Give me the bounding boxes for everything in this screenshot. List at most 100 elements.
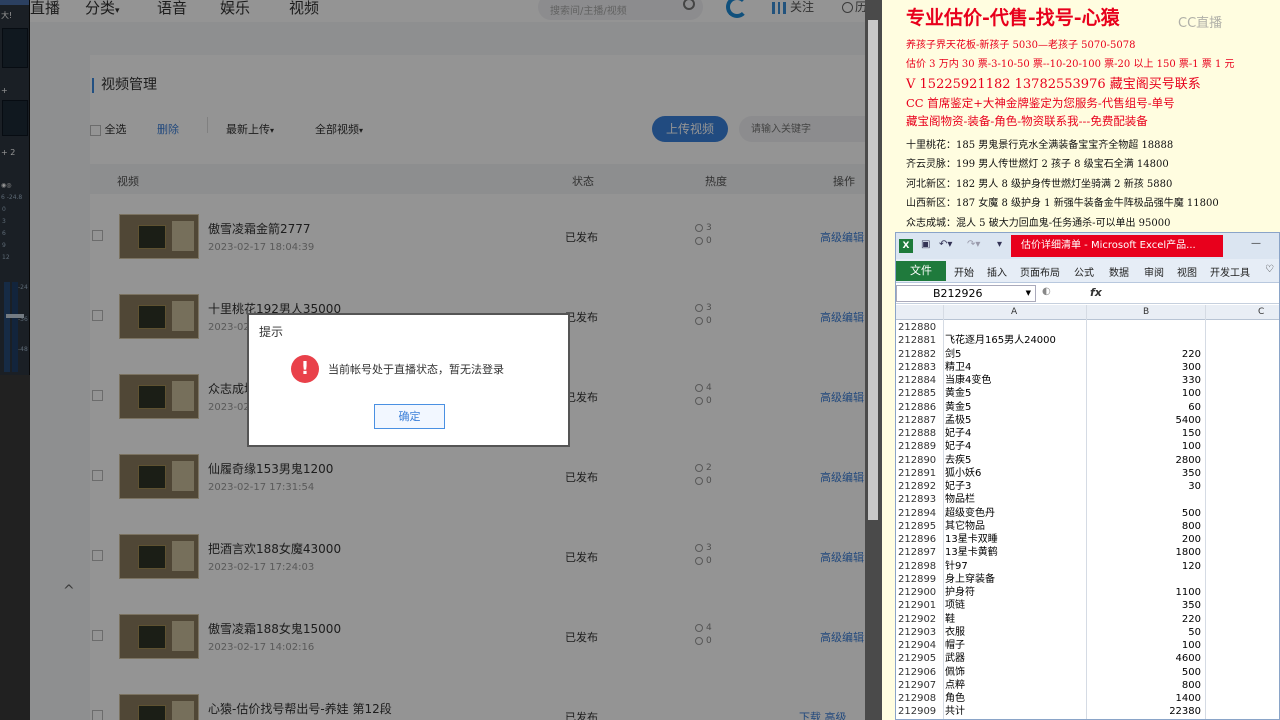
- row-number[interactable]: 212890: [898, 454, 942, 467]
- cell-a[interactable]: 当康4变色: [945, 374, 991, 387]
- cell-b[interactable]: 800: [1088, 520, 1201, 533]
- cell-b[interactable]: 500: [1088, 507, 1201, 520]
- tab-formulas[interactable]: 公式: [1074, 264, 1094, 279]
- cell-a[interactable]: 点粹: [945, 679, 965, 692]
- row-number[interactable]: 212897: [898, 546, 942, 559]
- cell-b[interactable]: 100: [1088, 639, 1201, 652]
- cell-a[interactable]: 精卫4: [945, 361, 971, 374]
- cell-a[interactable]: 鞋: [945, 613, 955, 626]
- tab-data[interactable]: 数据: [1109, 264, 1129, 279]
- tab-developer[interactable]: 开发工具: [1210, 264, 1250, 279]
- cell-a[interactable]: 角色: [945, 692, 965, 705]
- cell-a[interactable]: 物品栏: [945, 493, 975, 506]
- cell-a[interactable]: 去疾5: [945, 454, 971, 467]
- chevron-down-icon[interactable]: ▼: [1026, 289, 1031, 297]
- save-icon[interactable]: ▣: [921, 239, 930, 250]
- cell-a[interactable]: 项链: [945, 599, 965, 612]
- row-number[interactable]: 212893: [898, 493, 942, 506]
- cell-a[interactable]: 身上穿装备: [945, 573, 995, 586]
- cell-a[interactable]: 妃子3: [945, 480, 971, 493]
- cell-b[interactable]: 330: [1088, 374, 1201, 387]
- row-number[interactable]: 212894: [898, 507, 942, 520]
- row-number[interactable]: 212896: [898, 533, 942, 546]
- cell-b[interactable]: 220: [1088, 348, 1201, 361]
- cell-b[interactable]: 350: [1088, 467, 1201, 480]
- cell-a[interactable]: 针97: [945, 560, 968, 573]
- formula-expand-icon[interactable]: ◐: [1042, 286, 1051, 297]
- row-number[interactable]: 212891: [898, 467, 942, 480]
- row-number[interactable]: 212905: [898, 652, 942, 665]
- row-number[interactable]: 212882: [898, 348, 942, 361]
- cell-b[interactable]: 2800: [1088, 454, 1201, 467]
- cell-a[interactable]: 剑5: [945, 348, 961, 361]
- cell-a[interactable]: 共计: [945, 705, 965, 718]
- cell-b[interactable]: 1400: [1088, 692, 1201, 705]
- cell-b[interactable]: 220: [1088, 613, 1201, 626]
- row-number[interactable]: 212899: [898, 573, 942, 586]
- row-number[interactable]: 212902: [898, 613, 942, 626]
- cell-a[interactable]: 孟极5: [945, 414, 971, 427]
- cell-a[interactable]: 帽子: [945, 639, 965, 652]
- cell-b[interactable]: 350: [1088, 599, 1201, 612]
- cell-b[interactable]: 200: [1088, 533, 1201, 546]
- cell-b[interactable]: 800: [1088, 679, 1201, 692]
- tab-review[interactable]: 审阅: [1144, 264, 1164, 279]
- row-number[interactable]: 212885: [898, 387, 942, 400]
- column-header-c[interactable]: C: [1258, 307, 1264, 317]
- cell-b[interactable]: 120: [1088, 560, 1201, 573]
- column-header-a[interactable]: A: [1011, 307, 1017, 317]
- tab-insert[interactable]: 插入: [987, 264, 1007, 279]
- column-header-b[interactable]: B: [1143, 307, 1149, 317]
- cell-a[interactable]: 妃子4: [945, 427, 971, 440]
- confirm-button[interactable]: 确定: [374, 404, 445, 429]
- insert-function-icon[interactable]: fx: [1090, 286, 1102, 299]
- cell-a[interactable]: 13星卡双睡: [945, 533, 998, 546]
- cell-b[interactable]: 100: [1088, 387, 1201, 400]
- row-number[interactable]: 212901: [898, 599, 942, 612]
- cell-a[interactable]: 13星卡黄鹤: [945, 546, 998, 559]
- row-number[interactable]: 212881: [898, 334, 942, 347]
- row-number[interactable]: 212906: [898, 666, 942, 679]
- cell-a[interactable]: 武器: [945, 652, 965, 665]
- cell-a[interactable]: 飞花逐月165男人24000: [945, 334, 1056, 347]
- row-number[interactable]: 212908: [898, 692, 942, 705]
- row-number[interactable]: 212907: [898, 679, 942, 692]
- scroll-thumb[interactable]: [868, 20, 878, 520]
- minimize-icon[interactable]: —: [1251, 238, 1261, 249]
- row-number[interactable]: 212892: [898, 480, 942, 493]
- cell-b[interactable]: 5400: [1088, 414, 1201, 427]
- cell-b[interactable]: 150: [1088, 427, 1201, 440]
- cell-b[interactable]: 60: [1088, 401, 1201, 414]
- cell-b[interactable]: 30: [1088, 480, 1201, 493]
- cell-a[interactable]: 衣服: [945, 626, 965, 639]
- cell-a[interactable]: 妃子4: [945, 440, 971, 453]
- cell-a[interactable]: 佩饰: [945, 666, 965, 679]
- customize-toolbar-icon[interactable]: ▾: [997, 239, 1002, 250]
- cell-b[interactable]: 4600: [1088, 652, 1201, 665]
- cell-b[interactable]: 22380: [1088, 705, 1201, 718]
- excel-logo-icon[interactable]: X: [899, 239, 913, 253]
- cell-b[interactable]: 500: [1088, 666, 1201, 679]
- cell-b[interactable]: 50: [1088, 626, 1201, 639]
- cell-a[interactable]: 黄金5: [945, 387, 971, 400]
- row-number[interactable]: 212904: [898, 639, 942, 652]
- row-number[interactable]: 212880: [898, 321, 942, 334]
- row-number[interactable]: 212900: [898, 586, 942, 599]
- ribbon-collapse-icon[interactable]: ♡: [1265, 264, 1274, 275]
- cell-b[interactable]: 100: [1088, 440, 1201, 453]
- cell-a[interactable]: 其它物品: [945, 520, 985, 533]
- file-tab[interactable]: 文件: [896, 261, 946, 281]
- cell-b[interactable]: 1100: [1088, 586, 1201, 599]
- tab-view[interactable]: 视图: [1177, 264, 1197, 279]
- row-number[interactable]: 212883: [898, 361, 942, 374]
- row-number[interactable]: 212888: [898, 427, 942, 440]
- redo-icon[interactable]: ↷▾: [967, 239, 980, 250]
- row-number[interactable]: 212903: [898, 626, 942, 639]
- undo-icon[interactable]: ↶▾: [939, 239, 952, 250]
- row-number[interactable]: 212887: [898, 414, 942, 427]
- row-number[interactable]: 212909: [898, 705, 942, 718]
- row-number[interactable]: 212884: [898, 374, 942, 387]
- cell-a[interactable]: 狐小妖6: [945, 467, 981, 480]
- cell-b[interactable]: 1800: [1088, 546, 1201, 559]
- row-number[interactable]: 212895: [898, 520, 942, 533]
